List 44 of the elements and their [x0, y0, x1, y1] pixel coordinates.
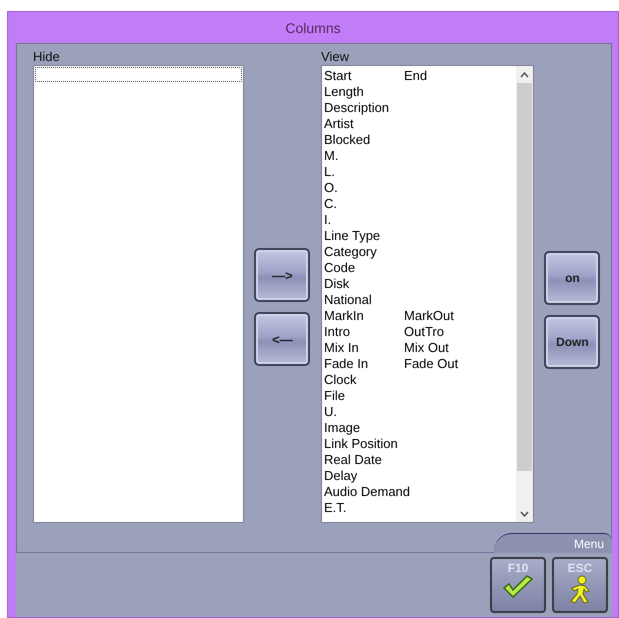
- list-item[interactable]: File: [324, 388, 504, 402]
- order-button[interactable]: on: [544, 251, 600, 305]
- list-item[interactable]: E.T.: [324, 500, 504, 514]
- list-item[interactable]: Fade Out: [404, 356, 494, 370]
- checkmark-icon: [501, 575, 535, 601]
- list-item[interactable]: Mix Out: [404, 340, 494, 354]
- move-button[interactable]: —>: [254, 248, 310, 302]
- move-button[interactable]: <—: [254, 312, 310, 366]
- view-list[interactable]: [321, 65, 534, 523]
- list-item[interactable]: Audio Demand: [324, 484, 504, 498]
- scroll-thumb[interactable]: [516, 83, 532, 472]
- list-item[interactable]: I.: [324, 212, 504, 226]
- list-item[interactable]: Clock: [324, 372, 504, 386]
- list-item[interactable]: Mix In: [324, 340, 404, 354]
- list-item[interactable]: Real Date: [324, 452, 504, 466]
- list-item[interactable]: Start: [324, 68, 404, 82]
- list-item[interactable]: C.: [324, 196, 504, 210]
- list-item[interactable]: U.: [324, 404, 504, 418]
- list-item[interactable]: MarkIn: [324, 308, 404, 322]
- list-item[interactable]: Category: [324, 244, 504, 258]
- scrollbar[interactable]: [516, 66, 533, 522]
- list-item[interactable]: Disk: [324, 276, 504, 290]
- list-item[interactable]: Code: [324, 260, 504, 274]
- hide-label: Hide: [33, 48, 61, 65]
- list-item[interactable]: End: [404, 68, 494, 82]
- list-item[interactable]: Line Type: [324, 228, 504, 242]
- list-item[interactable]: Image: [324, 420, 504, 434]
- list-item[interactable]: Link Position: [324, 436, 504, 450]
- list-item[interactable]: O.: [324, 180, 504, 194]
- list-item[interactable]: M.: [324, 148, 504, 162]
- list-item[interactable]: Length: [324, 84, 504, 98]
- list-item[interactable]: Artist: [324, 116, 504, 130]
- list-item[interactable]: Fade In: [324, 356, 404, 370]
- list-item[interactable]: Intro: [324, 324, 404, 338]
- order-button[interactable]: Down: [544, 315, 600, 369]
- list-item[interactable]: L.: [324, 164, 504, 178]
- list-item[interactable]: Blocked: [324, 132, 504, 146]
- view-label: View: [321, 48, 350, 65]
- list-item[interactable]: MarkOut: [404, 308, 494, 322]
- list-item[interactable]: National: [324, 292, 504, 306]
- list-item[interactable]: OutTro: [404, 324, 494, 338]
- window-title: Columns: [285, 20, 341, 36]
- list-item[interactable]: Description: [324, 100, 504, 114]
- list-item[interactable]: Delay: [324, 468, 504, 482]
